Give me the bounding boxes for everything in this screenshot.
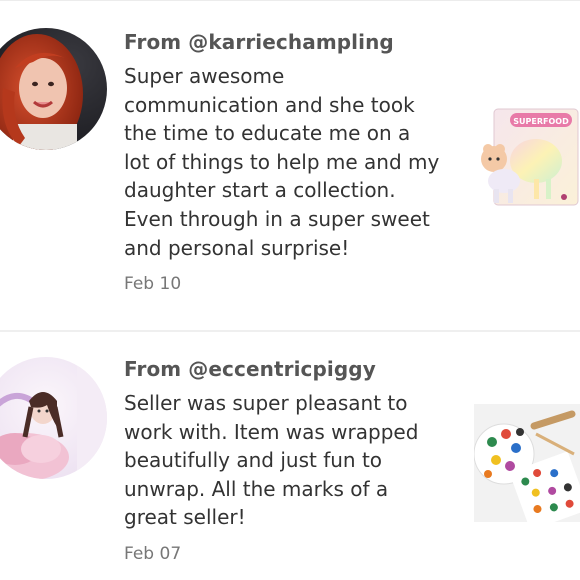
review-text: Seller was super pleasant to work with. … [124, 391, 419, 530]
review-item: From @karriechampling Super awesome comm… [0, 0, 580, 330]
product-box-label: SUPERFOOD [513, 117, 569, 126]
review-content: From @eccentricpiggy Seller was super pl… [124, 354, 454, 566]
reviewer-username[interactable]: From @karriechampling [124, 27, 454, 57]
review-content: From @karriechampling Super awesome comm… [124, 27, 454, 296]
reviewer-username[interactable]: From @eccentricpiggy [124, 354, 454, 384]
avatar[interactable] [0, 357, 107, 479]
review-text: Super awesome communication and she took… [124, 64, 440, 260]
reviews-page: From @karriechampling Super awesome comm… [0, 0, 580, 580]
avatar[interactable] [0, 28, 107, 150]
review-date: Feb 07 [124, 543, 182, 564]
review-date: Feb 10 [124, 274, 182, 295]
product-thumbnail[interactable]: SUPERFOOD [474, 103, 580, 219]
product-thumbnail[interactable] [474, 404, 580, 522]
review-item: From @eccentricpiggy Seller was super pl… [0, 332, 580, 580]
